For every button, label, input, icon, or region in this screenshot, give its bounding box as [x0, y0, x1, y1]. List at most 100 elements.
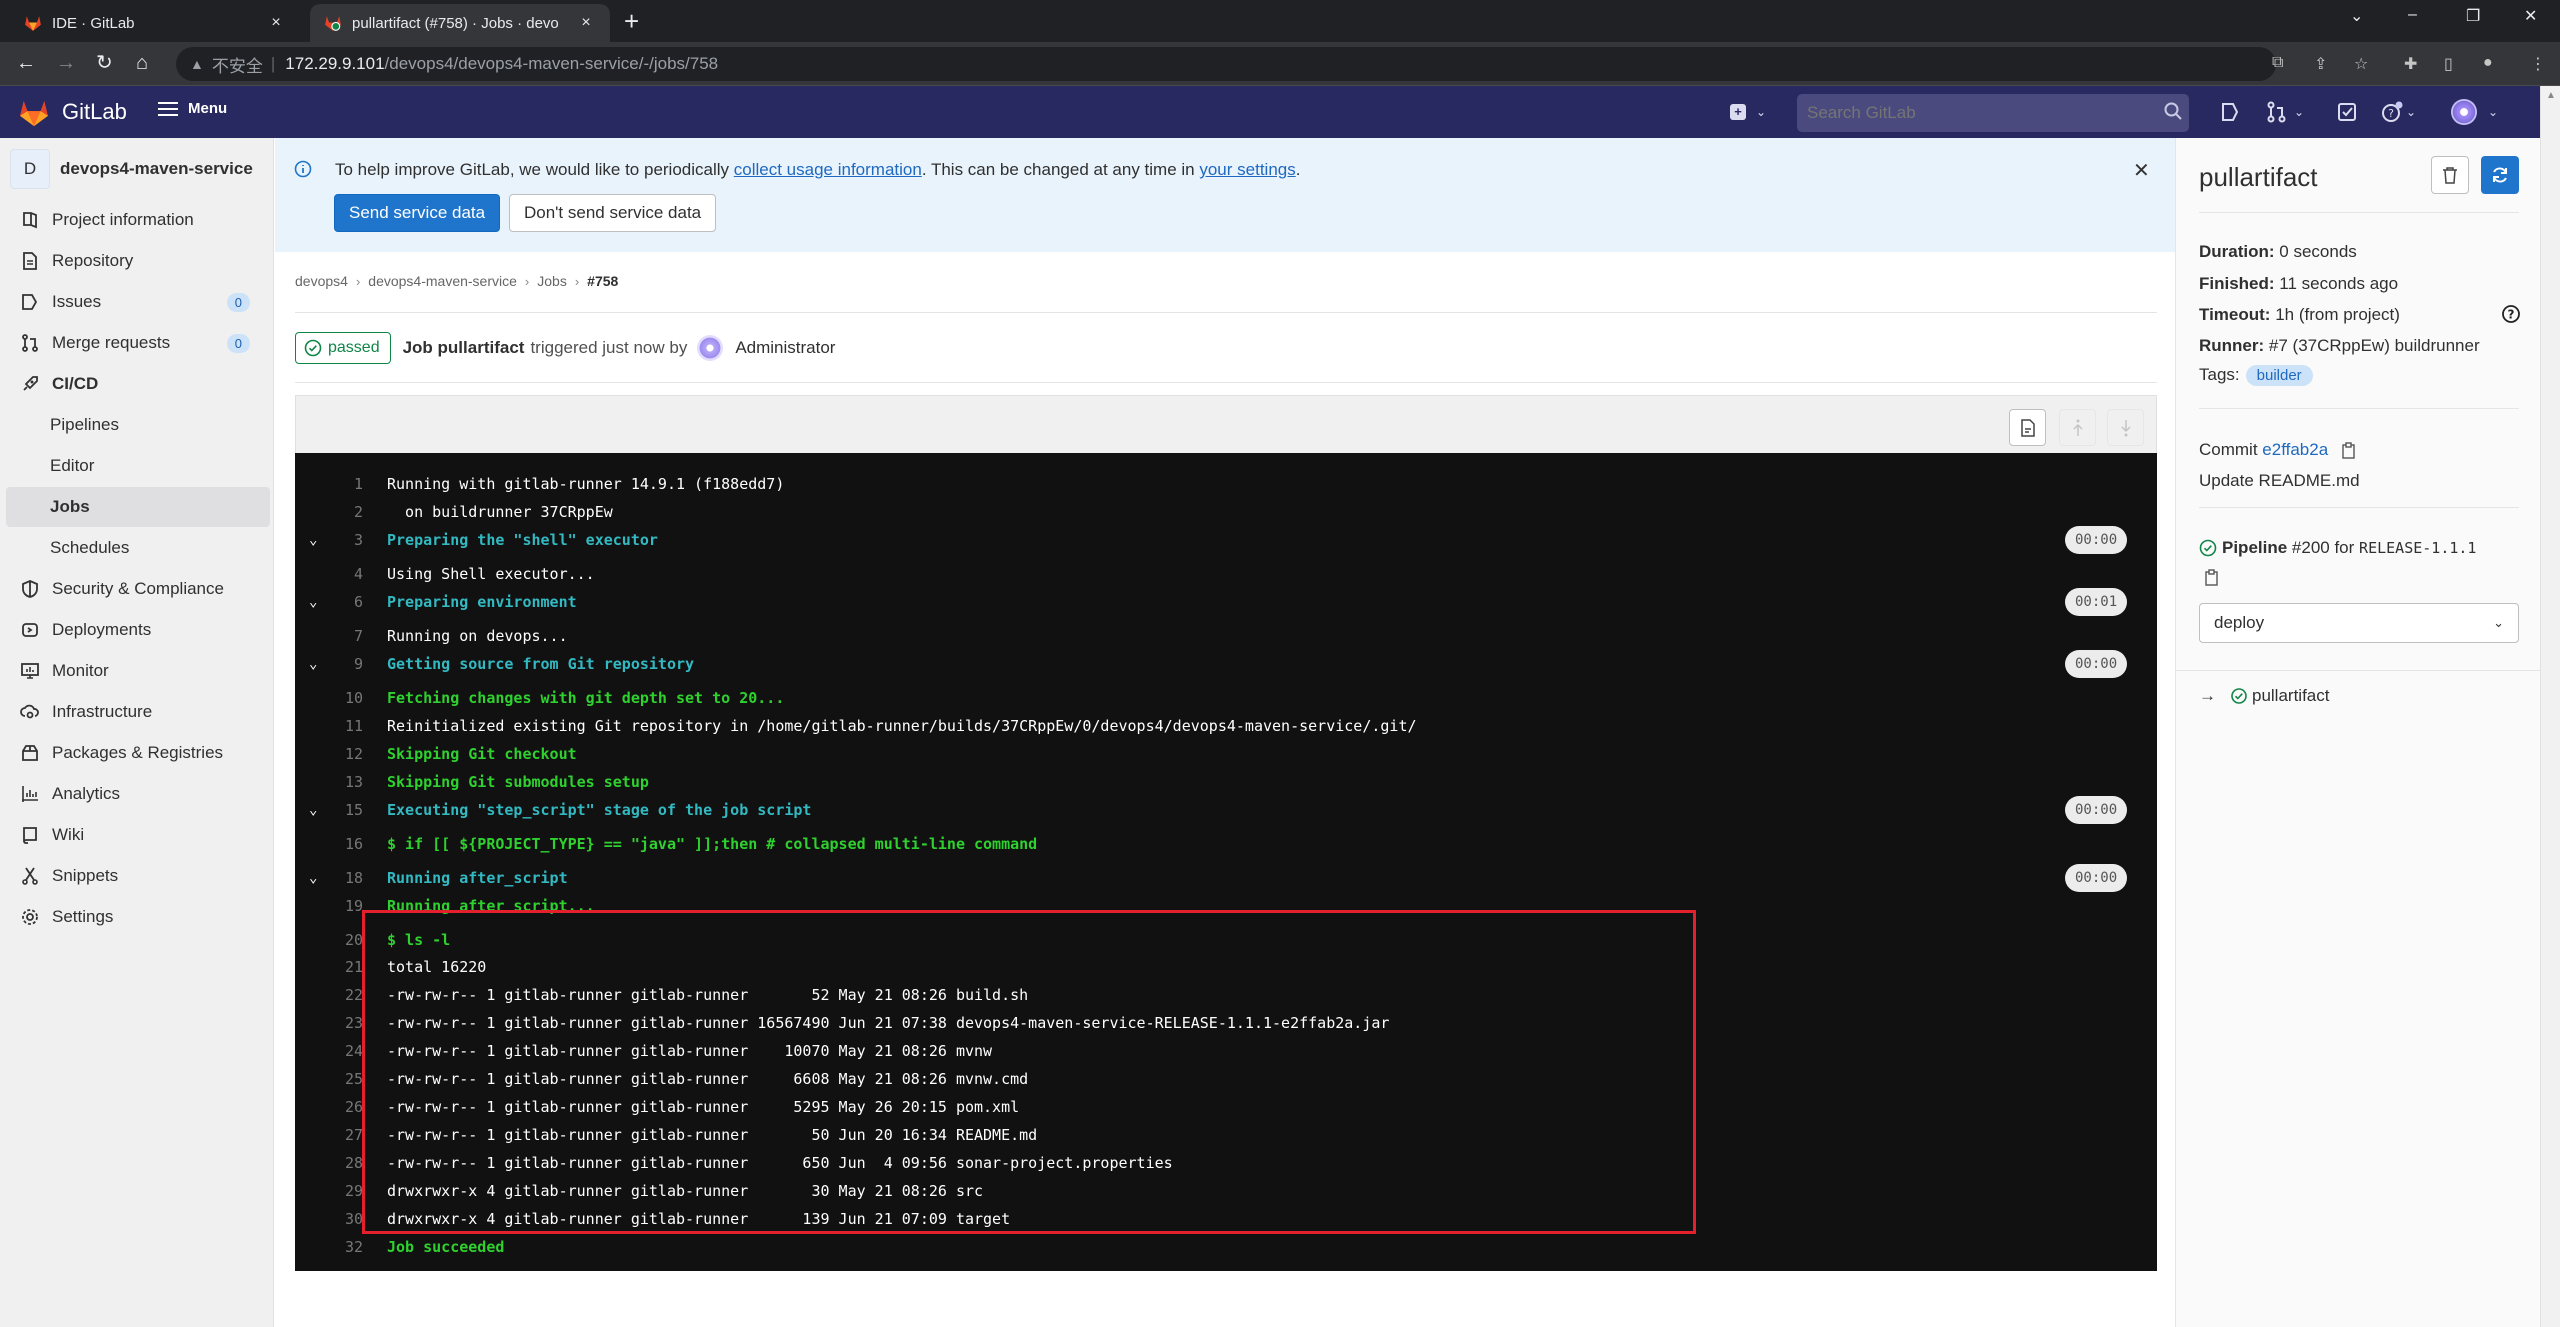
log-section-header[interactable]: ⌄ 15 Executing "step_script" stage of the … — [295, 796, 2157, 824]
chevron-down-icon[interactable]: ⌄ — [309, 802, 325, 818]
sidebar-item-analytics[interactable]: Analytics — [6, 774, 270, 814]
pipeline-link[interactable]: Pipeline #200 for — [2222, 538, 2354, 558]
browser-tab-ide[interactable]: IDE · GitLab × — [10, 4, 300, 42]
line-number[interactable]: 16 — [335, 835, 363, 853]
new-tab-button[interactable]: + — [624, 8, 639, 34]
line-number[interactable]: 30 — [335, 1210, 363, 1228]
user-avatar[interactable] — [697, 335, 724, 361]
line-number[interactable]: 2 — [335, 503, 363, 521]
reload-icon[interactable]: ↻ — [96, 52, 113, 74]
send-service-data-button[interactable]: Send service data — [334, 194, 501, 232]
line-number[interactable]: 12 — [335, 745, 363, 763]
chevron-down-icon[interactable]: ⌄ — [2488, 105, 2498, 119]
line-number[interactable]: 19 — [335, 897, 363, 915]
erase-job-button[interactable] — [2431, 156, 2469, 194]
line-number[interactable]: 9 — [335, 655, 363, 673]
sidebar-item-pipelines[interactable]: Pipelines — [6, 405, 270, 445]
sidebar-item-wiki[interactable]: Wiki — [6, 815, 270, 855]
help-icon[interactable]: ? — [2381, 101, 2403, 123]
status-badge[interactable]: passed — [295, 332, 391, 364]
sidebar-item-repository[interactable]: Repository — [6, 241, 270, 281]
line-number[interactable]: 4 — [335, 565, 363, 583]
copy-clipboard-icon[interactable] — [2204, 569, 2220, 587]
close-window-button[interactable]: ✕ — [2524, 6, 2537, 26]
chevron-down-icon[interactable]: ⌄ — [2406, 105, 2416, 119]
close-icon[interactable]: ✕ — [2133, 158, 2150, 183]
sidebar-item-merge-requests[interactable]: Merge requests 0 — [6, 323, 270, 363]
line-number[interactable]: 11 — [335, 717, 363, 735]
line-number[interactable]: 6 — [335, 593, 363, 611]
sidebar-item-infrastructure[interactable]: Infrastructure — [6, 692, 270, 732]
line-number[interactable]: 13 — [335, 773, 363, 791]
menu-button[interactable]: Menu — [158, 100, 227, 117]
commit-sha-link[interactable]: e2ffab2a — [2262, 440, 2328, 459]
line-number[interactable]: 18 — [335, 869, 363, 887]
gitlab-logo-icon[interactable] — [18, 99, 50, 127]
line-number[interactable]: 22 — [335, 986, 363, 1004]
line-number[interactable]: 27 — [335, 1126, 363, 1144]
line-number[interactable]: 25 — [335, 1070, 363, 1088]
copy-clipboard-icon[interactable] — [2341, 441, 2357, 460]
share-icon[interactable]: ⇪ — [2314, 54, 2327, 74]
log-section-header[interactable]: ⌄ 3 Preparing the "shell" executor 00:00 — [295, 526, 2157, 554]
chevron-down-icon[interactable]: ⌄ — [2294, 105, 2304, 119]
breadcrumb-group[interactable]: devops4 — [295, 273, 348, 289]
line-number[interactable]: 20 — [335, 931, 363, 949]
sidebar-item-cicd[interactable]: CI/CD — [6, 364, 270, 404]
pipeline-ref[interactable]: RELEASE-1.1.1 — [2359, 539, 2476, 557]
todos-icon[interactable] — [2336, 101, 2358, 123]
sidebar-item-schedules[interactable]: Schedules — [6, 528, 270, 568]
breadcrumb-current[interactable]: #758 — [587, 273, 618, 289]
chevron-down-icon[interactable]: ⌄ — [309, 594, 325, 610]
scroll-to-top-button[interactable] — [2059, 409, 2096, 446]
issues-icon[interactable] — [2219, 101, 2241, 123]
home-icon[interactable]: ⌂ — [136, 52, 148, 74]
gitlab-brand[interactable]: GitLab — [62, 99, 127, 125]
current-job-item[interactable]: → pullartifact — [2199, 686, 2329, 706]
forward-icon[interactable]: → — [56, 52, 76, 74]
line-number[interactable]: 21 — [335, 958, 363, 976]
line-number[interactable]: 15 — [335, 801, 363, 819]
line-number[interactable]: 10 — [335, 689, 363, 707]
sidebar-item-security-compliance[interactable]: Security & Compliance — [6, 569, 270, 609]
log-section-header[interactable]: ⌄ 18 Running after_script 00:00 — [295, 864, 2157, 892]
help-icon[interactable]: ? — [2501, 304, 2521, 324]
chevron-down-icon[interactable]: ⌄ — [309, 532, 325, 548]
log-section-header[interactable]: ⌄ 9 Getting source from Git repository 00:0… — [295, 650, 2157, 678]
back-icon[interactable]: ← — [16, 52, 36, 74]
line-number[interactable]: 29 — [335, 1182, 363, 1200]
sidebar-item-monitor[interactable]: Monitor — [6, 651, 270, 691]
close-tab-icon[interactable]: × — [576, 14, 596, 32]
line-number[interactable]: 23 — [335, 1014, 363, 1032]
breadcrumb-jobs[interactable]: Jobs — [537, 273, 567, 289]
scroll-to-bottom-button[interactable] — [2107, 409, 2144, 446]
search-input[interactable] — [1797, 94, 2189, 132]
extensions-icon[interactable]: ✚ — [2404, 54, 2417, 74]
show-raw-button[interactable] — [2009, 409, 2046, 446]
close-tab-icon[interactable]: × — [266, 14, 286, 32]
line-number[interactable]: 3 — [335, 531, 363, 549]
retry-job-button[interactable] — [2481, 156, 2519, 194]
your-settings-link[interactable]: your settings — [1199, 160, 1295, 179]
user-link[interactable]: Administrator — [735, 338, 835, 358]
log-section-header[interactable]: ⌄ 6 Preparing environment 00:01 — [295, 588, 2157, 616]
line-number[interactable]: 28 — [335, 1154, 363, 1172]
line-number[interactable]: 24 — [335, 1042, 363, 1060]
sidebar-item-snippets[interactable]: Snippets — [6, 856, 270, 896]
page-scrollbar[interactable]: ▲ — [2540, 86, 2560, 1327]
sidebar-item-settings[interactable]: Settings — [6, 897, 270, 937]
line-number[interactable]: 7 — [335, 627, 363, 645]
line-number[interactable]: 26 — [335, 1098, 363, 1116]
translate-icon[interactable]: ⧉ — [2272, 54, 2283, 72]
tab-search-icon[interactable]: ⌄ — [2350, 6, 2363, 26]
sidebar-item-project-information[interactable]: Project information — [6, 200, 270, 240]
browser-tab-job[interactable]: pullartifact (#758) · Jobs · devo × — [310, 4, 610, 42]
project-link[interactable]: D devops4-maven-service — [10, 149, 253, 189]
new-item-icon[interactable]: + — [1730, 104, 1746, 120]
chevron-down-icon[interactable]: ⌄ — [1756, 105, 1766, 119]
profile-icon[interactable]: ● — [2483, 54, 2493, 72]
side-panel-icon[interactable]: ▯ — [2444, 54, 2453, 74]
browser-menu-icon[interactable]: ⋮ — [2530, 54, 2546, 74]
merge-request-icon[interactable] — [2266, 101, 2288, 123]
restore-button[interactable]: ❐ — [2466, 6, 2480, 26]
